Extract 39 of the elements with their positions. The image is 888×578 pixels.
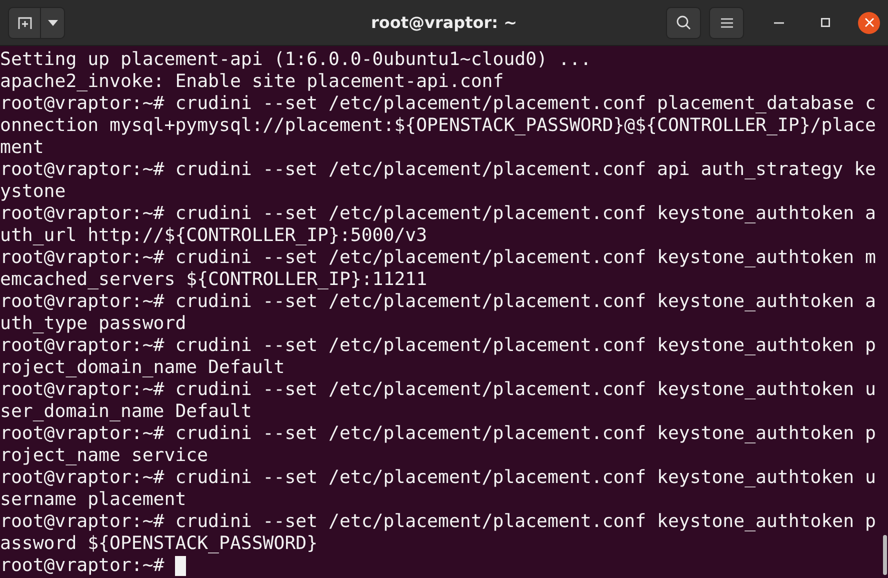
terminal-line: root@vraptor:~# crudini --set /etc/placement/placement.conf keystone_authtoken p: [0, 511, 876, 533]
terminal-line: roject_name service: [0, 445, 208, 467]
close-icon: [864, 18, 874, 27]
terminal-line: uth_url http://${CONTROLLER_IP}:5000/v3: [0, 225, 428, 247]
text-cursor: [175, 556, 186, 576]
terminal-line: root@vraptor:~# crudini --set /etc/placement/placement.conf keystone_authtoken a: [0, 291, 876, 313]
window-title: root@vraptor: ~: [371, 13, 517, 32]
dropdown-button[interactable]: [41, 6, 65, 38]
terminal-prompt: root@vraptor:~#: [0, 555, 164, 577]
terminal-line: root@vraptor:~# crudini --set /etc/placement/placement.conf keystone_authtoken p: [0, 335, 876, 357]
caret-icon: [48, 20, 58, 26]
new-tab-button[interactable]: [8, 6, 41, 38]
terminal-line: root@vraptor:~# crudini --set /etc/placement/placement.conf keystone_authtoken a: [0, 203, 876, 225]
maximize-icon: [820, 18, 830, 27]
terminal-line: ystone: [0, 181, 66, 203]
terminal-line: root@vraptor:~# crudini --set /etc/placement/placement.conf keystone_authtoken u: [0, 379, 876, 401]
terminal-line: root@vraptor:~# crudini --set /etc/placement/placement.conf api auth_strategy ke: [0, 159, 876, 181]
search-icon: [676, 15, 691, 30]
terminal-line: onnection mysql+pymysql://placement:${OPENSTACK_PASSWORD}@${CONTROLLER_IP}/place: [0, 115, 876, 137]
terminal-line: root@vraptor:~# crudini --set /etc/placement/placement.conf keystone_authtoken m: [0, 247, 876, 269]
scrollbar-thumb[interactable]: [883, 535, 887, 575]
terminal-line: ment: [0, 137, 44, 159]
terminal-line: uth_type password: [0, 313, 186, 335]
terminal-line: assword ${OPENSTACK_PASSWORD}: [0, 533, 318, 555]
terminal-line: roject_domain_name Default: [0, 357, 285, 379]
minimize-icon: [774, 22, 784, 24]
menu-icon: [720, 18, 732, 28]
close-button[interactable]: [858, 12, 880, 34]
terminal-line: sername placement: [0, 489, 186, 511]
menu-button[interactable]: [709, 6, 744, 38]
terminal-line: ser_domain_name Default: [0, 401, 252, 423]
terminal-line: emcached_servers ${CONTROLLER_IP}:11211: [0, 269, 428, 291]
terminal-line: Setting up placement-api (1:6.0.0-0ubuntu1~cloud0) ...: [0, 49, 592, 71]
terminal-line: apache2_invoke: Enable site placement-api.conf: [0, 71, 504, 93]
terminal-line: root@vraptor:~# crudini --set /etc/placement/placement.conf keystone_authtoken p: [0, 423, 876, 445]
new-tab-icon: [18, 16, 32, 30]
search-button[interactable]: [666, 6, 701, 38]
terminal-line: root@vraptor:~# crudini --set /etc/placement/placement.conf keystone_authtoken u: [0, 467, 876, 489]
terminal-line: root@vraptor:~# crudini --set /etc/placement/placement.conf placement_database c: [0, 93, 876, 115]
